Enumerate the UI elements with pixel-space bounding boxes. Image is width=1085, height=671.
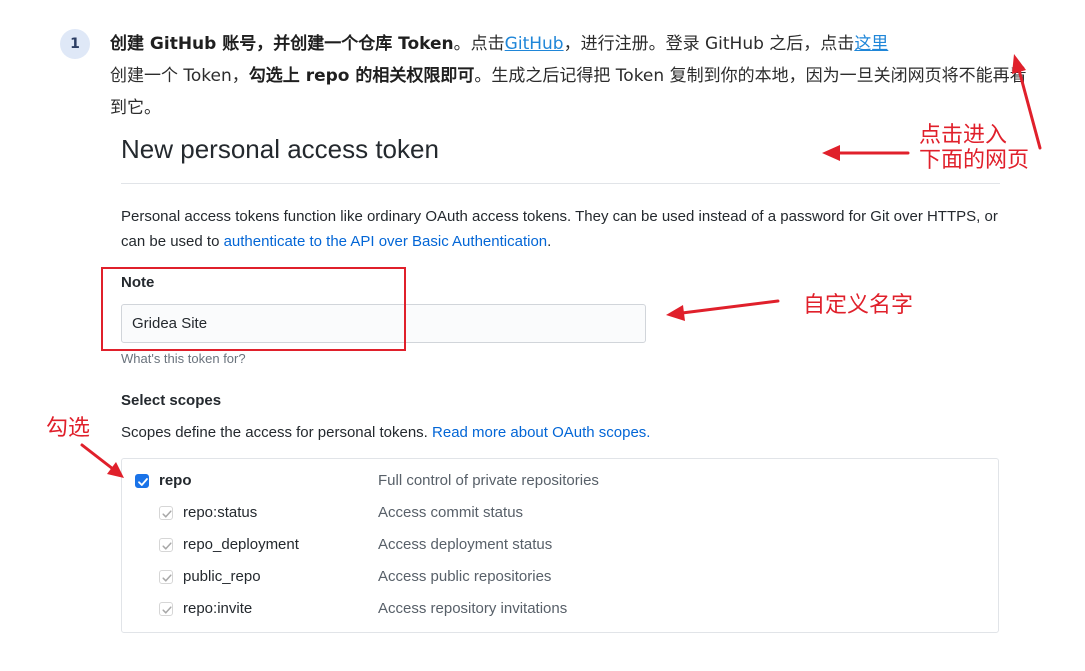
scope-description: Full control of private repositories [378, 472, 599, 489]
here-link[interactable]: 这里 [854, 34, 888, 54]
scope-description: Access repository invitations [378, 600, 568, 617]
repo-deployment-checkbox[interactable] [159, 538, 173, 552]
scope-name: repo:status [183, 504, 258, 521]
check-icon [162, 606, 172, 614]
check-icon [162, 574, 172, 582]
step-instructions: 创建 GitHub 账号，并创建一个仓库 Token。点击GitHub，进行注册… [110, 28, 1040, 124]
oauth-scopes-link[interactable]: Read more about OAuth scopes. [432, 424, 650, 441]
arrow-to-note-input [666, 299, 780, 321]
step-text-3: ，进行注册。登录 GitHub 之后，点击 [563, 34, 855, 54]
scopes-panel: repo Full control of private repositorie… [121, 458, 999, 633]
scope-row-repo: repo Full control of private repositorie… [122, 470, 998, 494]
step-bold-text-5: 勾选上 repo 的相关权限即可 [248, 66, 475, 86]
scope-row-repo-invite: repo:invite Access repository invitation… [122, 598, 998, 622]
arrow-to-heading [822, 145, 910, 161]
step-text-4: 创建一个 Token， [110, 66, 249, 86]
repo-checkbox[interactable] [135, 474, 149, 488]
note-hint: What's this token for? [121, 351, 246, 366]
page-description: Personal access tokens function like ord… [121, 204, 1001, 254]
basic-auth-link[interactable]: authenticate to the API over Basic Authe… [224, 233, 548, 250]
scope-name: public_repo [183, 568, 261, 585]
github-link[interactable]: GitHub [505, 34, 564, 54]
scope-row-repo-status: repo:status Access commit status [122, 502, 998, 526]
scope-row-public-repo: public_repo Access public repositories [122, 566, 998, 590]
scope-description: Access deployment status [378, 536, 553, 553]
scopes-description: Scopes define the access for personal to… [121, 424, 650, 441]
step-bold-text-1: 创建 GitHub 账号，并创建一个仓库 Token [110, 34, 454, 54]
annotation-custom-name: 自定义名字 [803, 293, 914, 318]
repo-status-checkbox[interactable] [159, 506, 173, 520]
description-end: . [547, 233, 552, 250]
scope-name: repo:invite [183, 600, 253, 617]
annotation-click-enter-line1: 点击进入 [919, 123, 1008, 148]
annotation-check: 勾选 [46, 416, 91, 441]
arrow-to-repo-checkbox [80, 443, 124, 478]
select-scopes-label: Select scopes [121, 392, 222, 409]
scopes-description-text: Scopes define the access for personal to… [121, 424, 433, 441]
repo-invite-checkbox[interactable] [159, 602, 173, 616]
scope-name: repo_deployment [183, 536, 299, 553]
scope-row-repo-deployment: repo_deployment Access deployment status [122, 534, 998, 558]
check-icon [162, 542, 172, 550]
annotation-click-enter-line2: 下面的网页 [919, 148, 1030, 173]
scope-name: repo [159, 472, 192, 489]
public-repo-checkbox[interactable] [159, 570, 173, 584]
step-text-2: 。点击 [453, 34, 505, 54]
scope-description: Access public repositories [378, 568, 552, 585]
page-title: New personal access token [121, 134, 439, 164]
scope-description: Access commit status [378, 504, 524, 521]
heading-divider [121, 183, 1000, 184]
step-number-badge: 1 [60, 29, 90, 59]
check-icon [162, 510, 172, 518]
note-highlight-box [101, 267, 406, 351]
check-icon [138, 478, 148, 486]
